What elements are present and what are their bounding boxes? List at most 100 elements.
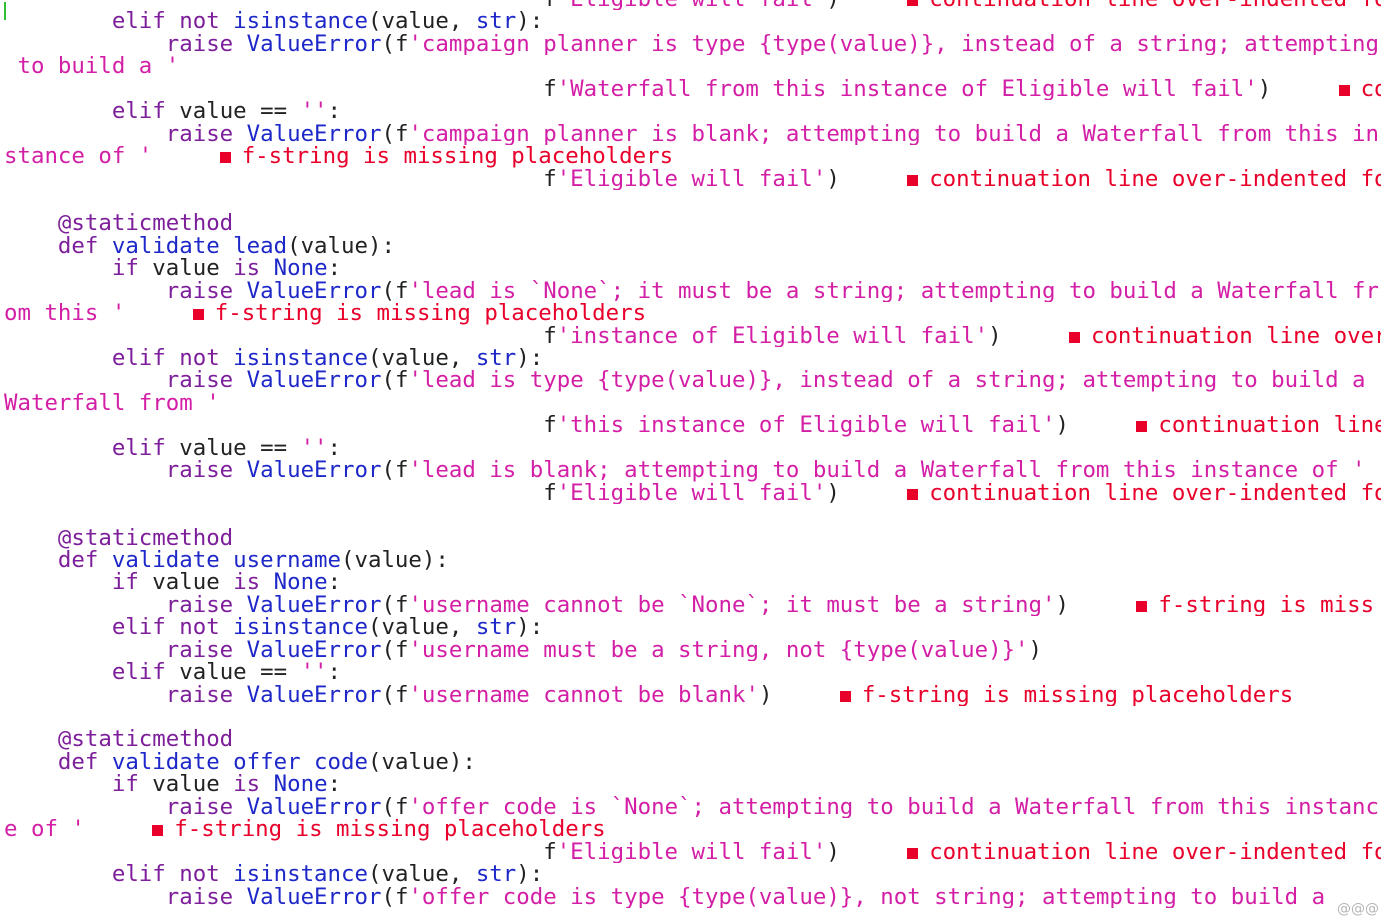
code-token: raise [165,795,247,819]
code-line[interactable]: f'Waterfall from this instance of Eligib… [4,78,1381,100]
lint-marker-icon [907,0,919,6]
code-token: if [111,257,153,280]
code-line[interactable]: def validate_lead(value): [4,235,1381,257]
code-line[interactable]: f'Eligible will fail') continuation line… [4,841,1381,863]
code-token: raise [165,122,247,146]
code-line[interactable]: elif not isinstance(value, str): [4,863,1381,885]
code-token: ValueError [246,369,382,392]
code-token: if [111,773,153,796]
code-token: ) [758,683,773,706]
code-token: ) [826,0,839,10]
code-line[interactable] [4,706,1381,728]
code-token: 'campaign_planner is type {type(value)},… [408,32,1380,56]
code-line[interactable] [4,504,1381,526]
code-token: 'lead is blank; attempting to build a Wa… [408,459,1366,482]
code-token: is [233,571,274,594]
lint-warning: continuati [1338,78,1381,100]
code-line[interactable]: raise ValueError(f'lead is `None`; it mu… [4,280,1381,302]
code-line[interactable]: elif value == '': [4,661,1381,683]
code-token: def [57,234,112,258]
code-line[interactable]: raise ValueError(f'campaign_planner is t… [4,33,1381,55]
code-line[interactable]: f'this instance of Eligible will fail') … [4,414,1381,436]
code-token: (f [381,593,409,617]
code-line[interactable]: raise ValueError(f'offer_code is type {t… [4,886,1381,908]
code-editor[interactable]: f'Eligible will fail') continuation line… [4,0,1381,908]
code-line[interactable]: raise ValueError(f'username must be a st… [4,639,1381,661]
code-token: f [543,840,557,864]
code-token: (f [381,683,409,706]
code-token: (value, [367,616,476,639]
code-line[interactable]: elif value == '': [4,437,1381,459]
code-token: f [543,0,556,10]
code-line[interactable]: f'instance of Eligible will fail') conti… [4,325,1381,347]
code-line[interactable]: raise ValueError(f'campaign_planner is b… [4,123,1381,145]
code-line[interactable]: raise ValueError(f'lead is blank; attemp… [4,459,1381,481]
lint-marker-icon [907,488,919,500]
code-token: ValueError [246,32,382,56]
code-line[interactable]: f'Eligible will fail') continuation line… [4,482,1381,504]
lint-warning: f-string is miss [1136,594,1374,616]
code-token: elif [111,661,180,684]
code-line[interactable]: stance of ' f-string is missing placehol… [4,145,1381,167]
code-token: value == [179,100,301,123]
code-token: None [273,773,328,796]
code-line[interactable]: @staticmethod [4,212,1381,234]
code-line[interactable]: elif value == '': [4,100,1381,122]
code-line[interactable]: elif not isinstance(value, str): [4,10,1381,32]
code-token: value [152,773,234,796]
code-line[interactable]: f'Eligible will fail') continuation line… [4,168,1381,190]
code-line[interactable]: e of ' f-string is missing placeholders [4,818,1381,840]
code-token: e of ' [4,818,85,841]
code-line[interactable]: @staticmethod [4,728,1381,750]
code-token: ValueError [246,795,382,819]
lint-marker-icon [839,690,851,702]
code-line[interactable]: def validate_username(value): [4,549,1381,571]
code-line[interactable]: def validate_offer_code(value): [4,751,1381,773]
overflow-indicator: @@@ [1337,901,1379,917]
code-token: 'username must be a string, not {type(va… [408,638,1029,662]
code-line[interactable] [4,190,1381,212]
lint-warning: f-string is missing placeholders [839,684,1293,706]
lint-marker-icon [1338,84,1350,96]
code-token: ValueError [246,279,382,303]
lint-message: f-string is miss [1158,593,1375,617]
code-token: 'lead is `None`; it must be a string; at… [408,279,1380,303]
code-line[interactable]: Waterfall from ' [4,392,1381,414]
lint-warning: f-string is missing placeholders [152,818,606,840]
code-line[interactable]: if value is None: [4,773,1381,795]
code-token: if [111,571,153,594]
code-token: ValueError [246,638,382,662]
code-line[interactable]: raise ValueError(f'username cannot be `N… [4,594,1381,616]
code-line[interactable]: om this ' f-string is missing placeholde… [4,302,1381,324]
code-line[interactable]: elif not isinstance(value, str): [4,347,1381,369]
code-line[interactable]: @staticmethod [4,527,1381,549]
code-token: ) [1055,593,1069,617]
lint-marker-icon [192,309,204,321]
code-token: to build a ' [4,55,180,78]
code-token: 'instance of Eligible will fail' [556,324,989,347]
code-line[interactable]: raise ValueError(f'lead is type {type(va… [4,369,1381,391]
code-token: (f [381,279,409,303]
code-line[interactable]: if value is None: [4,571,1381,593]
code-line[interactable]: if value is None: [4,257,1381,279]
code-token: raise [165,459,247,482]
code-token: (f [381,122,409,146]
code-line[interactable]: elif not isinstance(value, str): [4,616,1381,638]
lint-marker-icon [907,174,919,186]
code-line[interactable]: raise ValueError(f'username cannot be bl… [4,684,1381,706]
code-token: stance of ' [4,145,153,168]
code-line[interactable]: f'Eligible will fail') continuation line… [4,0,1381,10]
code-line[interactable]: to build a ' [4,55,1381,77]
code-line[interactable]: raise ValueError(f'offer_code is `None`;… [4,796,1381,818]
code-token: is [233,773,274,796]
code-token: ValueError [246,122,382,146]
